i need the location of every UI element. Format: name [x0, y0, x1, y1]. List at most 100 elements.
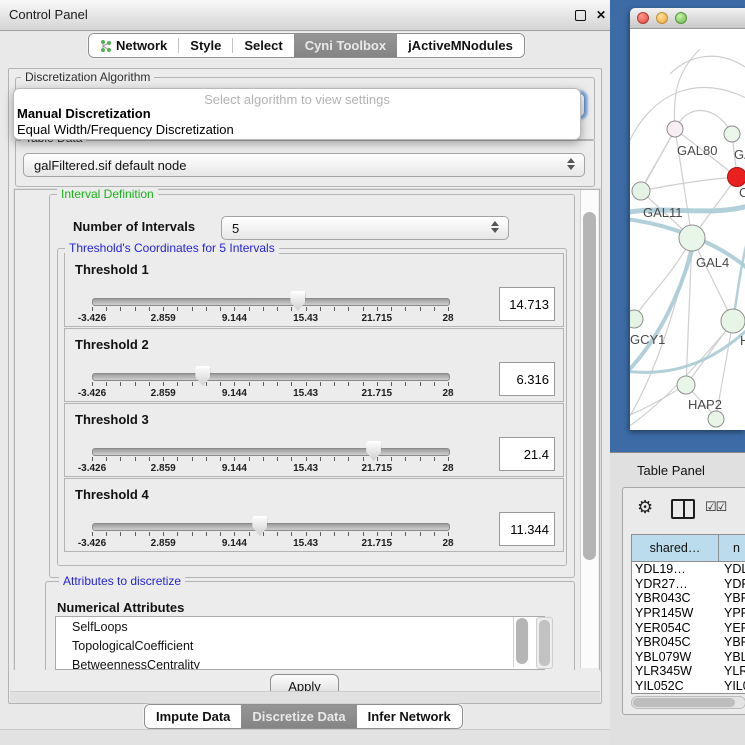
network-edge[interactable]: [675, 110, 732, 134]
network-edge[interactable]: [641, 129, 675, 191]
network-canvas[interactable]: GAL80GACGAL11GAL4GCY1HHAP2: [630, 29, 745, 430]
threshold-slider-track[interactable]: [92, 373, 450, 381]
tab-label: jActiveMNodules: [408, 38, 513, 53]
float-window-icon[interactable]: [574, 9, 586, 21]
column-header-name[interactable]: n: [719, 535, 745, 561]
cell-shared-name: YDR27…: [632, 577, 719, 591]
threshold-row-3: Threshold 3-3.4262.8599.14415.4321.71528…: [64, 403, 564, 477]
network-edge[interactable]: [692, 238, 733, 321]
threshold-value-field[interactable]: 14.713: [499, 287, 555, 321]
network-node-label: GCY1: [630, 332, 665, 347]
cell-name: YLR3: [719, 664, 745, 678]
threshold-value-field[interactable]: 6.316: [499, 362, 555, 396]
slider-ticks: [92, 532, 448, 537]
cell-shared-name: YBR043C: [632, 591, 719, 605]
minimize-traffic-light[interactable]: [656, 12, 668, 24]
cell-shared-name: YIL052C: [632, 679, 719, 693]
network-node-gcy1[interactable]: [630, 310, 643, 328]
table-row[interactable]: YDL19…YDL1: [632, 562, 745, 577]
split-columns-icon[interactable]: [671, 499, 695, 519]
table-row[interactable]: YBR045CYBR0: [632, 635, 745, 650]
network-node-ga[interactable]: [724, 126, 740, 142]
tab-jactivemnodules[interactable]: jActiveMNodules: [397, 34, 524, 57]
tab-network[interactable]: Network: [89, 34, 178, 57]
settings-vertical-scrollbar[interactable]: [580, 190, 598, 668]
panel-bottom-shade: [10, 691, 600, 703]
gear-icon[interactable]: ⚙: [637, 498, 653, 516]
cell-shared-name: YPR145W: [632, 606, 719, 620]
interval-definition-label: Interval Definition: [57, 187, 158, 201]
network-edge[interactable]: [670, 56, 745, 74]
network-node-hap2[interactable]: [677, 376, 695, 394]
slider-tick-labels: -3.4262.8599.14415.4321.71528: [92, 313, 448, 324]
tab-label: Network: [116, 38, 167, 53]
cell-shared-name: YLR345W: [632, 664, 719, 678]
network-view-window: GAL80GACGAL11GAL4GCY1HHAP2: [630, 8, 745, 430]
panel-title: Control Panel: [9, 7, 88, 22]
threshold-slider-track[interactable]: [92, 523, 450, 531]
network-node-c[interactable]: [728, 168, 745, 187]
threshold-label: Threshold 4: [75, 487, 149, 502]
network-node-gal4[interactable]: [679, 225, 705, 251]
popup-placeholder-item: Select algorithm to view settings: [14, 92, 580, 107]
close-icon[interactable]: ✕: [595, 9, 607, 21]
table-row[interactable]: YBR043CYBR0: [632, 591, 745, 606]
node-table: shared… n YDL19…YDL1YDR27…YDR2YBR043CYBR…: [631, 534, 745, 694]
desktop-background: GAL80GACGAL11GAL4GCY1HHAP2: [610, 0, 745, 452]
select-columns-icon[interactable]: ☑☑: [705, 499, 726, 515]
attribute-list-item[interactable]: TopologicalCoefficient: [56, 636, 544, 655]
table-row[interactable]: YBL079WYBL0: [632, 650, 745, 665]
tab-style[interactable]: Style: [179, 34, 232, 57]
bottom-shade: [0, 729, 610, 745]
network-edge-highlighted[interactable]: [630, 243, 694, 374]
slider-ticks: [92, 382, 448, 387]
network-edge[interactable]: [630, 87, 745, 151]
network-node-label: H: [740, 333, 745, 348]
table-row[interactable]: YER054CYER0: [632, 620, 745, 635]
attributes-pane-scrollbar[interactable]: [536, 617, 553, 669]
threshold-value-field[interactable]: 21.4: [499, 437, 555, 471]
network-edge[interactable]: [641, 177, 737, 191]
table-row[interactable]: YPR145WYPR1: [632, 606, 745, 621]
column-header-shared-name[interactable]: shared…: [632, 535, 719, 561]
tab-label: Cyni Toolbox: [305, 38, 386, 53]
tab-cyni-toolbox[interactable]: Cyni Toolbox: [294, 34, 397, 57]
attribute-list-scrollbar[interactable]: [513, 617, 530, 667]
threshold-row-2: Threshold 2-3.4262.8599.14415.4321.71528…: [64, 328, 564, 402]
tab-infer-network[interactable]: Infer Network: [357, 705, 462, 728]
tab-discretize-data[interactable]: Discretize Data: [241, 705, 356, 728]
threshold-slider-track[interactable]: [92, 448, 450, 456]
popup-item-manual-discretization[interactable]: Manual Discretization: [17, 106, 151, 121]
threshold-slider-track[interactable]: [92, 298, 450, 306]
tab-impute-data[interactable]: Impute Data: [145, 705, 241, 728]
cyni-toolbox-content: Discretization Algorithm Table Data galF…: [8, 68, 602, 704]
table-row[interactable]: YDR27…YDR2: [632, 577, 745, 592]
num-intervals-combobox[interactable]: 5: [221, 216, 509, 240]
network-node[interactable]: [708, 411, 724, 427]
network-window-titlebar: [630, 8, 745, 29]
network-node-h[interactable]: [721, 309, 745, 333]
table-row[interactable]: YIL052CYIL0: [632, 679, 745, 694]
threshold-value-field[interactable]: 11.344: [499, 512, 555, 546]
network-node-label: GAL11: [643, 205, 683, 220]
table-panel-body: ⚙ ☑☑ shared… n YDL19…YDL1YDR27…YDR2YBR04…: [622, 487, 745, 715]
zoom-traffic-light[interactable]: [675, 12, 687, 24]
network-node-gal80[interactable]: [667, 121, 683, 137]
threshold-label: Threshold 1: [75, 262, 149, 277]
table-data-combobox[interactable]: galFiltered.sif default node: [23, 153, 585, 177]
tab-select[interactable]: Select: [233, 34, 293, 57]
close-traffic-light[interactable]: [637, 12, 649, 24]
num-intervals-value: 5: [232, 221, 239, 236]
threshold-row-4: Threshold 4-3.4262.8599.14415.4321.71528…: [64, 478, 564, 552]
numerical-attributes-list[interactable]: SelfLoopsTopologicalCoefficientBetweenne…: [55, 616, 545, 670]
attribute-list-item[interactable]: SelfLoops: [56, 617, 544, 636]
attribute-list-item[interactable]: BetweennessCentrality: [56, 655, 544, 670]
top-tab-bar: Network StyleSelect Cyni Toolbox jActiveMNo…: [88, 33, 525, 58]
network-node-label: GA: [734, 147, 745, 162]
network-node-label: GAL80: [677, 143, 717, 158]
table-panel-title: Table Panel: [637, 463, 705, 478]
table-row[interactable]: YLR345WYLR3: [632, 664, 745, 679]
table-horizontal-scrollbar[interactable]: [631, 696, 745, 709]
popup-item-equal-width[interactable]: Equal Width/Frequency Discretization: [17, 122, 234, 137]
network-node-gal11[interactable]: [632, 182, 650, 200]
